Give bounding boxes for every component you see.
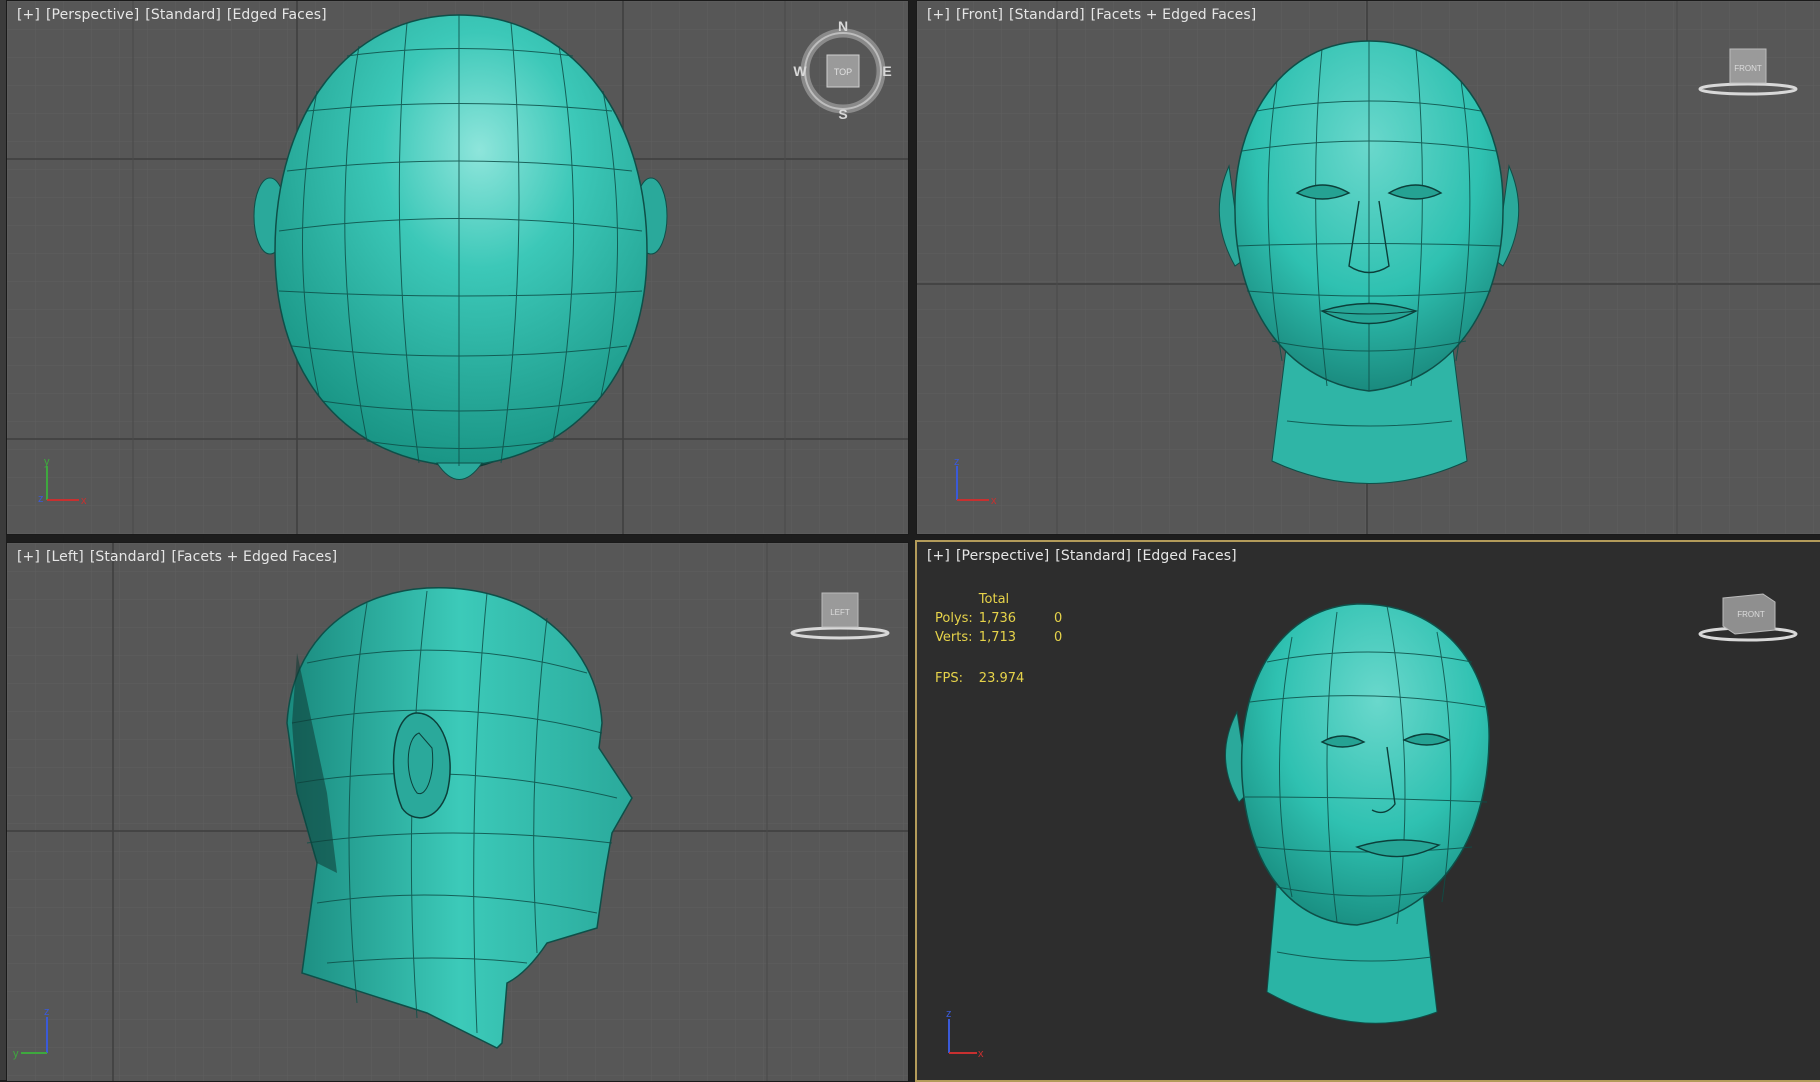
compass-n: N bbox=[838, 21, 848, 34]
stats-total: 1,713 bbox=[978, 630, 1017, 645]
viewcube-label: LEFT bbox=[830, 608, 850, 617]
axis-tripod: z x bbox=[954, 456, 997, 507]
viewcube-label: FRONT bbox=[1734, 64, 1762, 73]
viewport-shading[interactable]: [Edged Faces] bbox=[1137, 548, 1237, 564]
viewport-label: [+] [Left] [Standard] [Facets + Edged Faces… bbox=[17, 549, 343, 565]
stats-label: Polys: bbox=[935, 611, 973, 626]
head-mesh-top[interactable] bbox=[7, 1, 908, 534]
axis-x: x bbox=[991, 495, 997, 507]
axis-z: z bbox=[44, 1006, 50, 1018]
viewport-label: [+] [Perspective] [Standard] [Edged Faces] bbox=[17, 7, 333, 23]
axis-z: z bbox=[954, 456, 960, 468]
axis-x: x bbox=[81, 495, 87, 507]
viewport-point-of-view[interactable]: [Left] bbox=[46, 549, 84, 565]
compass-w: W bbox=[793, 63, 807, 79]
viewport-point-of-view[interactable]: [Perspective] bbox=[46, 7, 139, 23]
stats-row-fps: FPS: 23.974 bbox=[935, 669, 1068, 688]
viewport-top-left[interactable]: TOP N S E W y z x [+] [Perspective] [Stand… bbox=[6, 0, 909, 535]
viewcube-label: FRONT bbox=[1737, 610, 1765, 619]
fps-label: FPS: bbox=[935, 671, 963, 686]
viewport-menu-plus[interactable]: [+] bbox=[17, 549, 40, 565]
viewport-point-of-view[interactable]: [Perspective] bbox=[956, 548, 1049, 564]
compass-s: S bbox=[838, 106, 847, 121]
viewcube-perspective[interactable]: FRONT bbox=[1693, 590, 1803, 650]
viewport-menu-plus[interactable]: [+] bbox=[927, 548, 950, 564]
viewport-label: [+] [Perspective] [Standard] [Edged Faces] bbox=[927, 548, 1243, 564]
compass-e: E bbox=[882, 63, 891, 79]
viewport-standard[interactable]: [Standard] bbox=[1055, 548, 1131, 564]
axis-y: y bbox=[44, 456, 50, 468]
axis-tripod: y z x bbox=[38, 456, 87, 507]
statistics-overlay: Total Polys: 1,736 0 Verts: 1,713 0 FPS:… bbox=[935, 590, 1068, 688]
stats-row-polys: Polys: 1,736 0 bbox=[935, 609, 1068, 628]
viewport-bottom-right[interactable]: Total Polys: 1,736 0 Verts: 1,713 0 FPS:… bbox=[915, 540, 1820, 1082]
viewport-menu-plus[interactable]: [+] bbox=[927, 7, 950, 23]
viewport-standard[interactable]: [Standard] bbox=[1009, 7, 1085, 23]
viewcube-top-label: TOP bbox=[834, 67, 852, 77]
viewport-standard[interactable]: [Standard] bbox=[145, 7, 221, 23]
head-mesh-left[interactable] bbox=[7, 543, 908, 1081]
viewport-point-of-view[interactable]: [Front] bbox=[956, 7, 1003, 23]
axis-x: x bbox=[978, 1048, 984, 1060]
viewport-standard[interactable]: [Standard] bbox=[90, 549, 166, 565]
stats-selected: 0 bbox=[1054, 630, 1063, 645]
viewport-bottom-left[interactable]: LEFT z y [+] [Left] [Standard] [Facets + Ed… bbox=[6, 542, 909, 1082]
axis-z: z bbox=[38, 493, 44, 505]
viewport-label: [+] [Front] [Standard] [Facets + Edged Face… bbox=[927, 7, 1262, 23]
stats-row-verts: Verts: 1,713 0 bbox=[935, 628, 1068, 647]
viewport-top-right[interactable]: FRONT z x [+] [Front] [Standard] [Facets + … bbox=[916, 0, 1820, 535]
axis-y: y bbox=[13, 1048, 19, 1060]
fps-value: 23.974 bbox=[978, 671, 1025, 686]
viewport-shading[interactable]: [Facets + Edged Faces] bbox=[1091, 7, 1257, 23]
stats-total: 1,736 bbox=[978, 611, 1017, 626]
viewcube-front[interactable]: FRONT bbox=[1693, 47, 1803, 107]
axis-tripod: z x bbox=[946, 1008, 984, 1060]
viewcube-left[interactable]: LEFT bbox=[785, 591, 895, 651]
viewport-menu-plus[interactable]: [+] bbox=[17, 7, 40, 23]
stats-selected: 0 bbox=[1054, 611, 1063, 626]
viewport-shading[interactable]: [Facets + Edged Faces] bbox=[171, 549, 337, 565]
viewport-shading[interactable]: [Edged Faces] bbox=[227, 7, 327, 23]
axis-tripod: z y bbox=[13, 1006, 50, 1060]
stats-label: Verts: bbox=[935, 630, 973, 645]
viewcube-compass[interactable]: TOP N S E W bbox=[793, 21, 893, 121]
axis-z: z bbox=[946, 1008, 952, 1020]
stats-header-total: Total bbox=[978, 592, 1010, 607]
head-mesh-front[interactable] bbox=[917, 1, 1820, 534]
